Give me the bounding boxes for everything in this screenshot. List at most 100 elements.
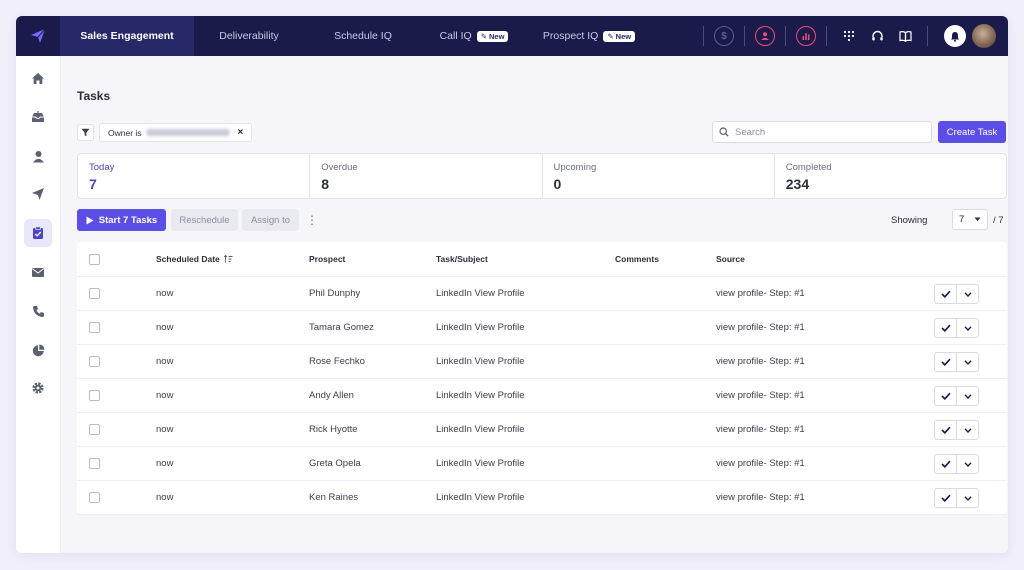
start-tasks-button[interactable]: Start 7 Tasks: [77, 209, 166, 231]
scheduled-date: now: [156, 322, 174, 333]
user-circle-icon[interactable]: [755, 26, 775, 46]
search-box[interactable]: [712, 121, 932, 143]
more-options-icon[interactable]: ⋮: [305, 209, 319, 231]
phone-icon[interactable]: [24, 297, 52, 325]
tab-call-iq[interactable]: Call IQ ✎ New: [422, 16, 526, 56]
prospect-name[interactable]: Ken Raines: [309, 481, 358, 514]
sparkle-icon: ✎: [607, 31, 614, 41]
logo-icon[interactable]: [16, 16, 60, 56]
book-icon[interactable]: [895, 26, 915, 46]
inbox-icon[interactable]: [24, 103, 52, 131]
col-prospect: Prospect: [309, 254, 346, 264]
stat-overdue[interactable]: Overdue 8: [310, 154, 543, 198]
stat-value: 234: [785, 176, 810, 192]
row-menu-button[interactable]: [957, 489, 978, 507]
check-icon: [940, 494, 951, 502]
check-icon: [940, 460, 951, 468]
stat-today[interactable]: Today 7: [78, 154, 311, 198]
sort-icon[interactable]: [223, 255, 233, 263]
tab-schedule-iq[interactable]: Schedule IQ: [304, 16, 422, 56]
table-row[interactable]: now Ken Raines LinkedIn View Profile view p…: [77, 481, 1007, 515]
check-icon: [940, 426, 951, 434]
complete-task-button[interactable]: [935, 319, 957, 337]
owner-filter-chip[interactable]: Owner is ×: [99, 123, 253, 142]
user-icon[interactable]: [24, 142, 52, 170]
row-actions: [934, 488, 979, 508]
page-title: Tasks: [77, 89, 111, 103]
complete-task-button[interactable]: [935, 489, 957, 507]
main-content: Tasks Owner is × Create Task Today 7 Ove…: [61, 56, 1008, 553]
home-icon[interactable]: [24, 64, 52, 92]
task-subject: LinkedIn View Profile: [436, 424, 525, 435]
pie-chart-icon[interactable]: [24, 336, 52, 364]
row-select-cell: [89, 345, 100, 378]
tab-deliverability[interactable]: Deliverability: [194, 16, 304, 56]
app-window: Sales Engagement Deliverability Schedule…: [16, 16, 1008, 553]
page-size-select[interactable]: 7: [952, 209, 988, 230]
check-icon: [940, 324, 951, 332]
row-select-cell: [89, 447, 100, 480]
analytics-icon[interactable]: [796, 26, 816, 46]
table-row[interactable]: now Tamara Gomez LinkedIn View Profile view…: [77, 311, 1007, 345]
stat-value: 0: [553, 176, 562, 192]
tasks-table: Scheduled Date Prospect Task/Subject Com…: [77, 242, 1007, 515]
dialpad-icon[interactable]: [839, 26, 859, 46]
check-icon: [940, 392, 951, 400]
dollar-icon[interactable]: $: [714, 26, 734, 46]
filter-button[interactable]: [77, 124, 94, 141]
stat-completed[interactable]: Completed 234: [775, 154, 1006, 198]
row-checkbox[interactable]: [89, 322, 100, 333]
complete-task-button[interactable]: [935, 285, 957, 303]
row-menu-button[interactable]: [957, 387, 978, 405]
row-menu-button[interactable]: [957, 353, 978, 371]
row-menu-button[interactable]: [957, 285, 978, 303]
table-row[interactable]: now Andy Allen LinkedIn View Profile view p…: [77, 379, 1007, 413]
row-actions: [934, 318, 979, 338]
table-row[interactable]: now Rose Fechko LinkedIn View Profile view …: [77, 345, 1007, 379]
avatar[interactable]: [972, 24, 996, 48]
headset-icon[interactable]: [867, 26, 887, 46]
create-task-button[interactable]: Create Task: [938, 121, 1006, 143]
table-row[interactable]: now Phil Dunphy LinkedIn View Profile view …: [77, 277, 1007, 311]
start-tasks-label: Start 7 Tasks: [98, 214, 158, 226]
mail-icon[interactable]: [24, 258, 52, 286]
prospect-name[interactable]: Greta Opela: [309, 447, 361, 480]
table-row[interactable]: now Rick Hyotte LinkedIn View Profile view …: [77, 413, 1007, 447]
table-row[interactable]: now Greta Opela LinkedIn View Profile view …: [77, 447, 1007, 481]
row-checkbox[interactable]: [89, 458, 100, 469]
complete-task-button[interactable]: [935, 421, 957, 439]
row-checkbox[interactable]: [89, 390, 100, 401]
row-checkbox[interactable]: [89, 288, 100, 299]
source: view profile- Step: #1: [716, 288, 805, 299]
prospect-name[interactable]: Rose Fechko: [309, 345, 365, 378]
row-menu-button[interactable]: [957, 421, 978, 439]
tab-sales-engagement[interactable]: Sales Engagement: [60, 16, 194, 56]
send-icon[interactable]: [24, 180, 52, 208]
col-source: Source: [716, 254, 745, 264]
bell-icon[interactable]: [944, 25, 966, 47]
prospect-name[interactable]: Phil Dunphy: [309, 277, 360, 310]
tasks-icon[interactable]: [24, 219, 52, 247]
complete-task-button[interactable]: [935, 387, 957, 405]
complete-task-button[interactable]: [935, 353, 957, 371]
close-icon[interactable]: ×: [238, 127, 244, 138]
complete-task-button[interactable]: [935, 455, 957, 473]
row-menu-button[interactable]: [957, 455, 978, 473]
stat-upcoming[interactable]: Upcoming 0: [543, 154, 775, 198]
tab-prospect-iq[interactable]: Prospect IQ ✎ New: [526, 16, 652, 56]
source: view profile- Step: #1: [716, 424, 805, 435]
search-input[interactable]: [735, 126, 925, 138]
prospect-name[interactable]: Andy Allen: [309, 379, 354, 412]
row-menu-button[interactable]: [957, 319, 978, 337]
select-all-checkbox[interactable]: [89, 253, 100, 265]
gear-icon[interactable]: [24, 374, 52, 402]
assign-to-button[interactable]: Assign to: [242, 209, 299, 231]
prospect-name[interactable]: Tamara Gomez: [309, 311, 374, 344]
row-checkbox[interactable]: [89, 424, 100, 435]
row-checkbox[interactable]: [89, 356, 100, 367]
col-scheduled-date[interactable]: Scheduled Date: [156, 242, 233, 276]
row-checkbox[interactable]: [89, 492, 100, 503]
reschedule-button[interactable]: Reschedule: [171, 209, 238, 231]
prospect-name[interactable]: Rick Hyotte: [309, 413, 358, 446]
row-select-cell: [89, 413, 100, 446]
